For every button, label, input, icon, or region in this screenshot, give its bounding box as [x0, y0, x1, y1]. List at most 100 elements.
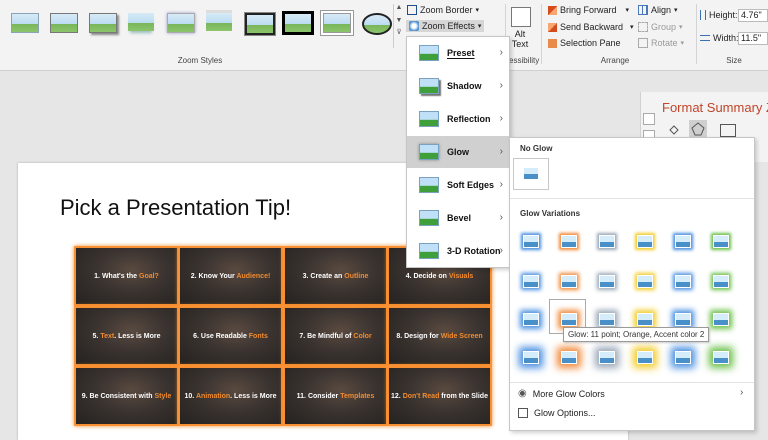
zoom-tile-label: 6. Use Readable Fonts — [193, 332, 268, 340]
zoom-tile[interactable]: 2. Know Your Audience! — [180, 248, 281, 304]
zoom-tile[interactable]: 1. What's the Goal? — [76, 248, 177, 304]
effects-tab-icon[interactable] — [689, 120, 707, 138]
zoom-style-8[interactable] — [281, 10, 314, 36]
rotate-button[interactable]: Rotate ▾ — [638, 38, 684, 48]
zoom-tile-label: 8. Design for Wide Screen — [396, 332, 483, 340]
more-glow-colors-button[interactable]: ◉ More Glow Colors — [518, 388, 605, 399]
send-backward-button[interactable]: Send Backward ▾ — [548, 22, 634, 32]
zoom-tile[interactable]: 8. Design for Wide Screen — [389, 308, 490, 364]
scroll-down-icon[interactable]: ▼ — [394, 17, 404, 24]
bevel-icon — [419, 210, 439, 226]
glow-variation-option[interactable] — [596, 349, 616, 364]
zoom-style-5[interactable] — [164, 10, 196, 36]
zoom-style-7[interactable] — [242, 10, 276, 36]
zoom-tile[interactable]: 10. Animation. Less is More — [180, 368, 281, 424]
glow-variation-option[interactable] — [672, 349, 692, 364]
glow-variation-option[interactable] — [634, 311, 654, 326]
scroll-up-icon[interactable]: ▲ — [394, 4, 404, 11]
glow-variation-option[interactable] — [710, 311, 730, 326]
zoom-style-1[interactable] — [8, 10, 40, 36]
bring-forward-button[interactable]: Bring Forward ▾ — [548, 5, 629, 15]
gallery-scroll[interactable]: ▲ ▼ ⊽ — [393, 4, 404, 48]
chevron-right-icon: › — [499, 47, 503, 58]
zoom-tile-label: 10. Animation. Less is More — [184, 392, 277, 400]
glow-variation-option[interactable] — [596, 273, 616, 288]
zoom-style-6[interactable] — [203, 10, 235, 36]
group-button[interactable]: Group ▾ — [638, 22, 683, 32]
glow-variation-option[interactable] — [596, 233, 616, 248]
no-glow-option[interactable] — [513, 158, 549, 190]
glow-variation-option[interactable] — [634, 273, 654, 288]
glow-variation-option[interactable] — [558, 233, 578, 248]
glow-picture-icon — [637, 275, 653, 288]
zoom-effects-menu: Preset › Shadow › Reflection › Glow › Soft E… — [406, 36, 510, 268]
zoom-tile[interactable]: 6. Use Readable Fonts — [180, 308, 281, 364]
shadow-icon — [419, 78, 439, 94]
glow-variation-option[interactable] — [520, 349, 540, 364]
menu-item-bevel[interactable]: Bevel › — [407, 202, 509, 234]
slide-title[interactable]: Pick a Presentation Tip! — [60, 195, 291, 221]
glow-variation-option[interactable] — [520, 233, 540, 248]
glow-picture-icon — [713, 313, 729, 326]
zoom-border-button[interactable]: Zoom Border ▾ — [407, 5, 479, 15]
glow-variation-option[interactable] — [520, 311, 540, 326]
zoom-style-3[interactable] — [86, 10, 118, 36]
effects-icon — [409, 21, 419, 31]
zoom-tile-label: 9. Be Consistent with Style — [81, 392, 172, 400]
rotation-3d-icon — [419, 243, 439, 259]
chevron-right-icon: › — [740, 387, 744, 398]
glow-picture-icon — [523, 275, 539, 288]
glow-variation-option[interactable] — [634, 349, 654, 364]
zoom-tile[interactable]: 5. Text. Less is More — [76, 308, 177, 364]
glow-variation-option[interactable] — [710, 273, 730, 288]
zoom-effects-button[interactable]: Zoom Effects ▾ — [406, 20, 485, 32]
glow-variation-option[interactable] — [558, 349, 578, 364]
zoom-style-10[interactable] — [359, 10, 392, 36]
menu-item-reflection[interactable]: Reflection › — [407, 103, 509, 135]
menu-item-glow[interactable]: Glow › — [407, 136, 509, 168]
glow-variation-option[interactable] — [710, 349, 730, 364]
height-input[interactable]: 4.76" — [738, 9, 768, 22]
glow-variation-option[interactable] — [634, 233, 654, 248]
bring-forward-icon — [548, 5, 557, 15]
zoom-tile[interactable]: 3. Create an Outline — [285, 248, 386, 304]
menu-item-shadow[interactable]: Shadow › — [407, 70, 509, 102]
glow-variation-option[interactable] — [672, 233, 692, 248]
glow-variation-option[interactable] — [520, 273, 540, 288]
glow-icon — [419, 144, 439, 160]
glow-picture-icon — [599, 351, 615, 364]
send-backward-icon — [548, 22, 557, 32]
glow-variation-option[interactable] — [710, 233, 730, 248]
menu-item-preset[interactable]: Preset › — [407, 37, 509, 69]
height-icon — [700, 10, 706, 20]
glow-picture-icon — [675, 351, 691, 364]
zoom-style-2[interactable] — [47, 10, 79, 36]
selection-pane-button[interactable]: Selection Pane — [548, 38, 621, 48]
glow-variation-option[interactable] — [558, 273, 578, 288]
glow-variations-heading: Glow Variations — [520, 209, 581, 218]
options-icon — [518, 408, 528, 418]
glow-options-button[interactable]: Glow Options... — [518, 408, 596, 418]
zoom-tile[interactable]: 9. Be Consistent with Style — [76, 368, 177, 424]
zoom-style-4[interactable] — [125, 10, 157, 36]
width-input[interactable]: 11.5" — [738, 32, 768, 45]
glow-picture-icon — [599, 235, 615, 248]
zoom-tile[interactable]: 12. Don't Read from the Slide — [389, 368, 490, 424]
menu-item-soft-edges[interactable]: Soft Edges › — [407, 169, 509, 201]
zoom-tile[interactable]: 7. Be Mindful of Color — [285, 308, 386, 364]
gallery-more-icon[interactable]: ⊽ — [394, 28, 404, 36]
size-properties-icon[interactable] — [720, 124, 736, 137]
alt-text-button[interactable]: Alt Text — [509, 29, 531, 49]
menu-item-3d-rotation[interactable]: 3-D Rotation › — [407, 235, 509, 267]
glow-variation-option[interactable] — [672, 273, 692, 288]
glow-variation-option[interactable] — [596, 311, 616, 326]
fill-line-icon[interactable] — [668, 124, 680, 136]
glow-tooltip: Glow: 11 point; Orange, Accent color 2 — [563, 327, 710, 342]
zoom-tile[interactable]: 11. Consider Templates — [285, 368, 386, 424]
ribbon: ▲ ▼ ⊽ Zoom Styles Zoom Border ▾ Zoom Effe… — [0, 0, 768, 71]
zoom-style-9[interactable] — [320, 10, 352, 36]
pane-nav-icon[interactable] — [643, 113, 655, 125]
glow-picture-icon — [637, 351, 653, 364]
glow-variation-option[interactable] — [672, 311, 692, 326]
align-button[interactable]: Align ▾ — [638, 5, 678, 15]
